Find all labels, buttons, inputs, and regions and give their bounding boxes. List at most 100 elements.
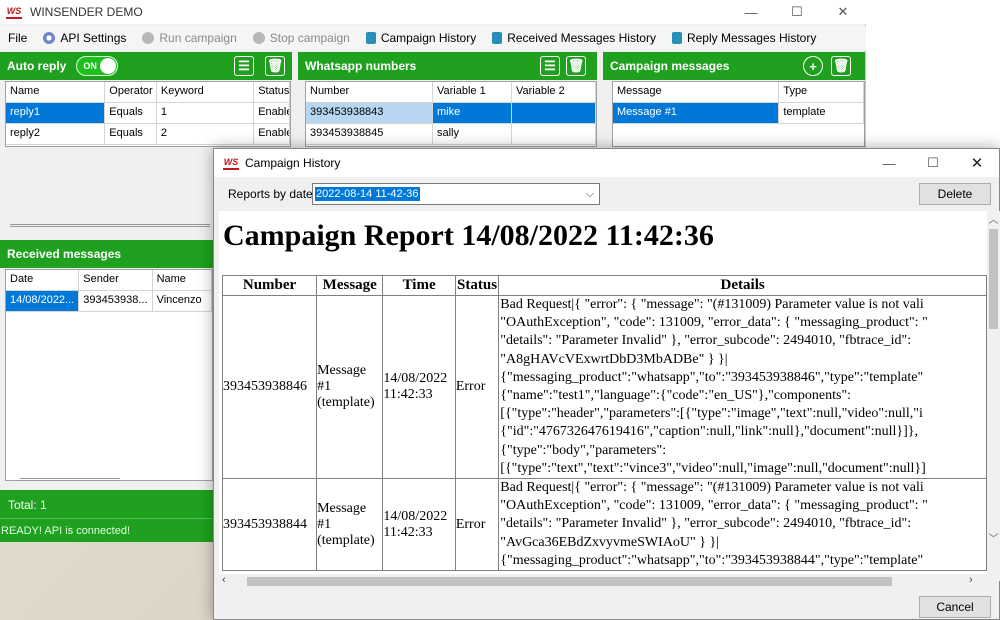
table-cell[interactable]: reply1	[6, 103, 106, 123]
chevron-down-icon[interactable]: ⌵	[581, 188, 599, 201]
table-cell[interactable]: template	[779, 103, 864, 123]
menu-received-messages-history[interactable]: Received Messages History	[484, 26, 664, 50]
details-line: "details": "Parameter Invalid" }, "error…	[500, 333, 912, 349]
maximize-button[interactable]: ☐	[911, 151, 955, 175]
table-cell[interactable]: Vincenzo	[153, 291, 212, 311]
delete-button[interactable]: Delete	[919, 183, 991, 205]
report-date-value: 2022-08-14 11-42-36	[315, 187, 420, 201]
background-window	[866, 0, 1000, 150]
table-row[interactable]: 393453938845 sally	[306, 124, 596, 145]
minimize-button[interactable]: —	[867, 151, 911, 175]
menu-file-label: File	[8, 31, 28, 45]
time-line: 14/08/2022	[383, 371, 448, 387]
column-header: Details	[498, 275, 987, 296]
trash-icon[interactable]: 🗑	[831, 56, 851, 76]
chevron-left-icon[interactable]: ‹	[222, 574, 226, 586]
minimize-button[interactable]: —	[728, 0, 774, 24]
received-messages-grid: Date Sender Name 14/08/2022... 393453938…	[5, 269, 213, 481]
report-row: 393453938846 Message #1 (template) 14/08…	[221, 294, 987, 480]
menu-received-messages-history-label: Received Messages History	[507, 31, 656, 45]
auto-reply-toggle[interactable]: ON	[76, 56, 119, 76]
column-header[interactable]: Message	[613, 82, 780, 102]
column-header[interactable]: Operator	[105, 82, 157, 102]
details-line: {"name":"test1","language":{"code":"en_U…	[500, 388, 852, 404]
table-row[interactable]: Message #1 template	[613, 103, 864, 124]
total-bar: Total: 1	[0, 490, 213, 518]
menu-api-settings[interactable]: API Settings	[35, 26, 134, 50]
table-cell[interactable]: sally	[433, 124, 512, 144]
maximize-button[interactable]: ☐	[774, 0, 820, 24]
add-icon[interactable]: +	[803, 56, 823, 76]
report-header-row: Number Message Time Status Details	[221, 275, 987, 296]
chevron-up-icon[interactable]: ︿	[987, 211, 1000, 227]
vertical-scrollbar[interactable]: ︿ ﹀	[987, 211, 1000, 581]
campaign-messages-grid: Message Type Message #1 template	[612, 81, 865, 147]
clipboard-icon	[365, 32, 376, 44]
auto-reply-grid: Name Operator Keyword Status reply1 Equa…	[5, 81, 291, 147]
column-header[interactable]: Number	[306, 82, 433, 102]
details-line: [{"type":"text","text":"vince3","video":…	[500, 460, 926, 476]
table-row[interactable]: 14/08/2022... 393453938... Vincenzo	[6, 291, 212, 312]
menu-run-campaign[interactable]: Run campaign	[134, 26, 244, 50]
table-cell[interactable]: Message #1	[613, 103, 780, 123]
horizontal-scrollbar[interactable]: ‹ ›	[219, 574, 987, 589]
table-cell[interactable]: Equals	[105, 103, 157, 123]
menu-file[interactable]: File	[0, 26, 35, 50]
trash-icon[interactable]: 🗑	[265, 56, 285, 76]
table-row[interactable]: 393453938843 mike	[306, 103, 596, 124]
menu-run-campaign-label: Run campaign	[159, 31, 237, 45]
table-row[interactable]: reply1 Equals 1 Enable	[6, 103, 290, 124]
scrollbar-thumb[interactable]	[989, 229, 998, 329]
column-header: Number	[221, 275, 318, 296]
received-messages-header: Received messages	[0, 240, 213, 268]
column-header[interactable]: Sender	[79, 270, 153, 290]
menu-reply-messages-history[interactable]: Reply Messages History	[664, 26, 824, 50]
column-header: Time	[382, 275, 456, 296]
status-bar: READY! API is connected!	[0, 518, 213, 542]
menu-stop-campaign[interactable]: Stop campaign	[245, 26, 358, 50]
column-header[interactable]: Name	[152, 270, 212, 290]
column-header[interactable]: Type	[779, 82, 864, 102]
chevron-down-icon[interactable]: ﹀	[987, 530, 1000, 545]
message-line: (template)	[317, 395, 375, 411]
table-cell[interactable]: 393453938843	[306, 103, 433, 123]
menu-campaign-history[interactable]: Campaign History	[358, 26, 484, 50]
report-date-select[interactable]: 2022-08-14 11-42-36 ⌵	[312, 183, 600, 205]
details-line: {"type":"body","parameters":	[500, 442, 667, 458]
close-button[interactable]: ✕	[820, 0, 866, 24]
table-cell[interactable]: 2	[157, 124, 255, 144]
table-cell[interactable]: Enable	[254, 103, 290, 123]
panel-splitter[interactable]	[20, 478, 120, 481]
trash-icon[interactable]: 🗑	[566, 56, 586, 76]
status-text: READY! API is connected!	[1, 525, 131, 537]
list-icon[interactable]: ☰	[540, 56, 560, 76]
campaign-history-dialog: WS Campaign History — ☐ ✕ Reports by dat…	[213, 148, 1000, 620]
table-row[interactable]: reply2 Equals 2 Enable	[6, 124, 290, 145]
table-cell[interactable]: mike	[433, 103, 512, 123]
scrollbar-thumb[interactable]	[247, 577, 892, 586]
table-cell[interactable]: 1	[157, 103, 255, 123]
table-cell[interactable]: 393453938845	[306, 124, 433, 144]
table-cell[interactable]: Equals	[105, 124, 157, 144]
message-line: #1	[317, 516, 332, 532]
table-cell[interactable]: reply2	[6, 124, 106, 144]
panel-splitter[interactable]	[10, 224, 210, 227]
column-header[interactable]: Name	[6, 82, 106, 102]
column-header[interactable]: Date	[6, 270, 80, 290]
table-cell[interactable]: 393453938...	[79, 291, 153, 311]
column-header[interactable]: Variable 2	[512, 82, 596, 102]
table-cell[interactable]: Enable	[254, 124, 290, 144]
column-header[interactable]: Status	[254, 82, 290, 102]
list-icon[interactable]: ☰	[234, 56, 254, 76]
column-header[interactable]: Keyword	[156, 82, 255, 102]
table-cell[interactable]	[512, 103, 596, 123]
cancel-button[interactable]: Cancel	[919, 596, 991, 618]
table-cell[interactable]	[512, 124, 596, 144]
close-button[interactable]: ✕	[955, 151, 999, 175]
table-cell[interactable]: 14/08/2022...	[6, 291, 80, 311]
chevron-right-icon[interactable]: ›	[969, 574, 973, 586]
details-line: "A8gHAVcVExwrtDbD3MbADBe" } }|	[500, 351, 728, 367]
column-header[interactable]: Variable 1	[433, 82, 512, 102]
details-line: "OAuthException", "code": 131009, "error…	[500, 498, 928, 514]
gear-icon	[43, 32, 56, 44]
